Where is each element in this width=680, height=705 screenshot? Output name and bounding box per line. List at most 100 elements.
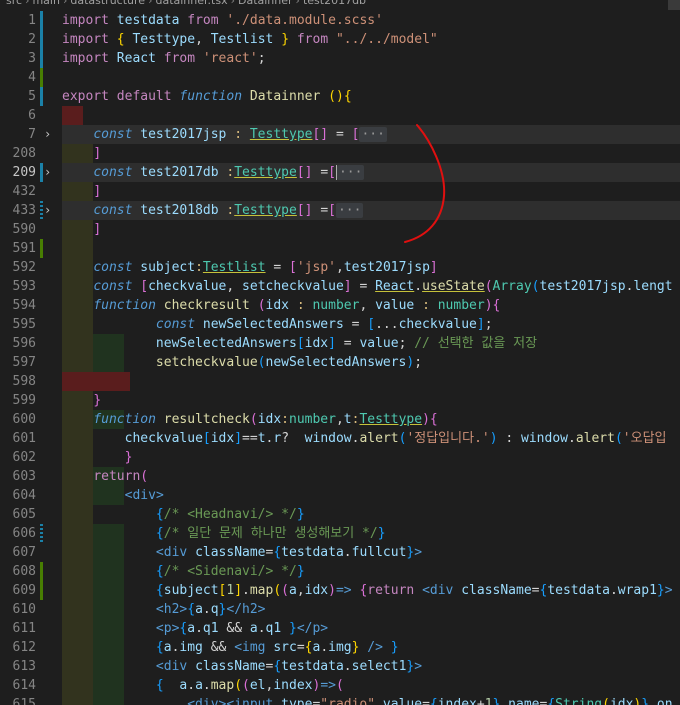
- line-number: 5: [28, 89, 36, 104]
- code-line[interactable]: 7 › const test2017jsp : Testtype[] = [···: [0, 125, 680, 144]
- code-text[interactable]: }: [62, 391, 101, 410]
- code-text[interactable]: function checkresult (idx : number, valu…: [62, 296, 500, 315]
- code-text[interactable]: {a.img && <img src={a.img} /> }: [62, 638, 399, 657]
- breadcrumb-item[interactable]: datainner.tsx: [155, 0, 227, 7]
- code-line[interactable]: 604 <div>: [0, 486, 680, 505]
- line-number: 604: [12, 488, 36, 503]
- code-text[interactable]: const test2017db :Testtype[] =[···: [62, 163, 365, 182]
- code-line[interactable]: 596 newSelectedAnswers[idx] = value; // …: [0, 334, 680, 353]
- code-text[interactable]: <div><input type="radio" value={index+1}…: [62, 695, 672, 705]
- code-text[interactable]: const subject:Testlist = ['jsp',test2017…: [62, 258, 437, 277]
- code-text[interactable]: <h2>{a.q}</h2>: [62, 600, 266, 619]
- code-text[interactable]: <p>{a.q1 && a.q1 }</p>: [62, 619, 328, 638]
- code-line[interactable]: 591: [0, 239, 680, 258]
- code-text[interactable]: const [checkvalue, setcheckvalue] = Reac…: [62, 277, 672, 296]
- code-line[interactable]: 1 import testdata from './data.module.scs…: [0, 11, 680, 30]
- line-number: 610: [12, 602, 36, 617]
- code-line[interactable]: 612 {a.img && <img src={a.img} /> }: [0, 638, 680, 657]
- code-text[interactable]: {/* <Headnavi/> */}: [62, 505, 305, 524]
- code-line[interactable]: 598: [0, 372, 680, 391]
- code-line[interactable]: 608 {/* <Sidenavi/> */}: [0, 562, 680, 581]
- code-line[interactable]: 597 setcheckvalue(newSelectedAnswers);: [0, 353, 680, 372]
- line-number: 607: [12, 545, 36, 560]
- fold-chevron-icon[interactable]: ›: [44, 125, 51, 144]
- code-line[interactable]: 615 <div><input type="radio" value={inde…: [0, 695, 680, 705]
- line-number: 613: [12, 659, 36, 674]
- code-text[interactable]: checkvalue[idx]==t.r? window.alert('정답입니…: [62, 429, 667, 448]
- code-text[interactable]: const newSelectedAnswers = [...checkvalu…: [62, 315, 493, 334]
- code-line[interactable]: 590 ]: [0, 220, 680, 239]
- line-number: 614: [12, 678, 36, 693]
- code-text[interactable]: {subject[1].map((a,idx)=> {return <div c…: [62, 581, 673, 600]
- code-text[interactable]: ]: [62, 144, 101, 163]
- code-text[interactable]: ]: [62, 220, 101, 239]
- code-line[interactable]: 603 return(: [0, 467, 680, 486]
- code-text[interactable]: function resultcheck(idx:number,t:Testty…: [62, 410, 437, 429]
- git-gutter-indicator: [40, 68, 43, 87]
- code-text[interactable]: setcheckvalue(newSelectedAnswers);: [62, 353, 422, 372]
- git-gutter-indicator: [40, 11, 43, 30]
- code-line[interactable]: 208 ]: [0, 144, 680, 163]
- line-number: 595: [12, 317, 36, 332]
- breadcrumb-item[interactable]: src: [6, 0, 22, 7]
- line-number: 3: [28, 51, 36, 66]
- code-text[interactable]: import React from 'react';: [62, 49, 266, 68]
- code-line[interactable]: 433 › const test2018db :Testtype[] =[···: [0, 201, 680, 220]
- code-text[interactable]: import testdata from './data.module.scss…: [62, 11, 383, 30]
- git-gutter-indicator: [40, 49, 43, 68]
- code-line[interactable]: 607 <div className={testdata.fullcut}>: [0, 543, 680, 562]
- code-line[interactable]: 601 checkvalue[idx]==t.r? window.alert('…: [0, 429, 680, 448]
- code-text[interactable]: <div className={testdata.select1}>: [62, 657, 422, 676]
- fold-chevron-icon[interactable]: ›: [44, 163, 51, 182]
- code-line[interactable]: 2 import { Testtype, Testlist } from "../…: [0, 30, 680, 49]
- line-number: 603: [12, 469, 36, 484]
- code-line[interactable]: 593 const [checkvalue, setcheckvalue] = …: [0, 277, 680, 296]
- code-line[interactable]: 599 }: [0, 391, 680, 410]
- code-text[interactable]: export default function Datainner (){: [62, 87, 352, 106]
- breadcrumb: src › main › datastructure › datainner.tsx › Dat…: [0, 0, 680, 10]
- code-line[interactable]: 595 const newSelectedAnswers = [...check…: [0, 315, 680, 334]
- code-line[interactable]: 600 function resultcheck(idx:number,t:Te…: [0, 410, 680, 429]
- breadcrumb-separator: ›: [25, 0, 30, 7]
- code-line[interactable]: 4: [0, 68, 680, 87]
- code-line[interactable]: 5 export default function Datainner (){: [0, 87, 680, 106]
- line-number: 612: [12, 640, 36, 655]
- code-line[interactable]: 614 { a.a.map((el,index)=>(: [0, 676, 680, 695]
- code-line[interactable]: 209 › const test2017db :Testtype[] =[···: [0, 163, 680, 182]
- code-text[interactable]: return(: [62, 467, 148, 486]
- code-line[interactable]: 609 {subject[1].map((a,idx)=> {return <d…: [0, 581, 680, 600]
- breadcrumb-item[interactable]: test2017db: [303, 0, 366, 7]
- line-number: 600: [12, 412, 36, 427]
- breadcrumb-item[interactable]: main: [32, 0, 59, 7]
- code-editor[interactable]: 1 import testdata from './data.module.scs…: [0, 11, 680, 705]
- code-text[interactable]: <div className={testdata.fullcut}>: [62, 543, 422, 562]
- code-line[interactable]: 602 }: [0, 448, 680, 467]
- fold-chevron-icon[interactable]: ›: [44, 201, 51, 220]
- code-text[interactable]: const test2018db :Testtype[] =[···: [62, 201, 364, 220]
- code-line[interactable]: 6: [0, 106, 680, 125]
- code-line[interactable]: 432 ]: [0, 182, 680, 201]
- code-text[interactable]: ]: [62, 182, 101, 201]
- breadcrumb-item[interactable]: Datainner: [238, 0, 293, 7]
- code-line[interactable]: 613 <div className={testdata.select1}>: [0, 657, 680, 676]
- code-line[interactable]: 3 import React from 'react';: [0, 49, 680, 68]
- code-text[interactable]: { a.a.map((el,index)=>(: [62, 676, 344, 695]
- code-line[interactable]: 610 <h2>{a.q}</h2>: [0, 600, 680, 619]
- scrollbar-thumb[interactable]: [668, 0, 680, 10]
- code-text[interactable]: <div>: [62, 486, 164, 505]
- line-number: 609: [12, 583, 36, 598]
- code-line[interactable]: 606 {/* 일단 문제 하나만 생성해보기 */}: [0, 524, 680, 543]
- code-text[interactable]: {/* <Sidenavi/> */}: [62, 562, 305, 581]
- code-text[interactable]: import { Testtype, Testlist } from "../.…: [62, 30, 438, 49]
- code-text[interactable]: {/* 일단 문제 하나만 생성해보기 */}: [62, 524, 386, 543]
- line-number: 599: [12, 393, 36, 408]
- code-text[interactable]: }: [62, 448, 133, 467]
- code-line[interactable]: 592 const subject:Testlist = ['jsp',test…: [0, 258, 680, 277]
- code-line[interactable]: 594 function checkresult (idx : number, …: [0, 296, 680, 315]
- breadcrumb-separator: ›: [62, 0, 68, 7]
- code-text[interactable]: newSelectedAnswers[idx] = value; // 선택한 …: [62, 334, 537, 353]
- code-text[interactable]: const test2017jsp : Testtype[] = [···: [62, 125, 387, 144]
- code-line[interactable]: 605 {/* <Headnavi/> */}: [0, 505, 680, 524]
- breadcrumb-item[interactable]: datastructure: [70, 0, 145, 7]
- code-line[interactable]: 611 <p>{a.q1 && a.q1 }</p>: [0, 619, 680, 638]
